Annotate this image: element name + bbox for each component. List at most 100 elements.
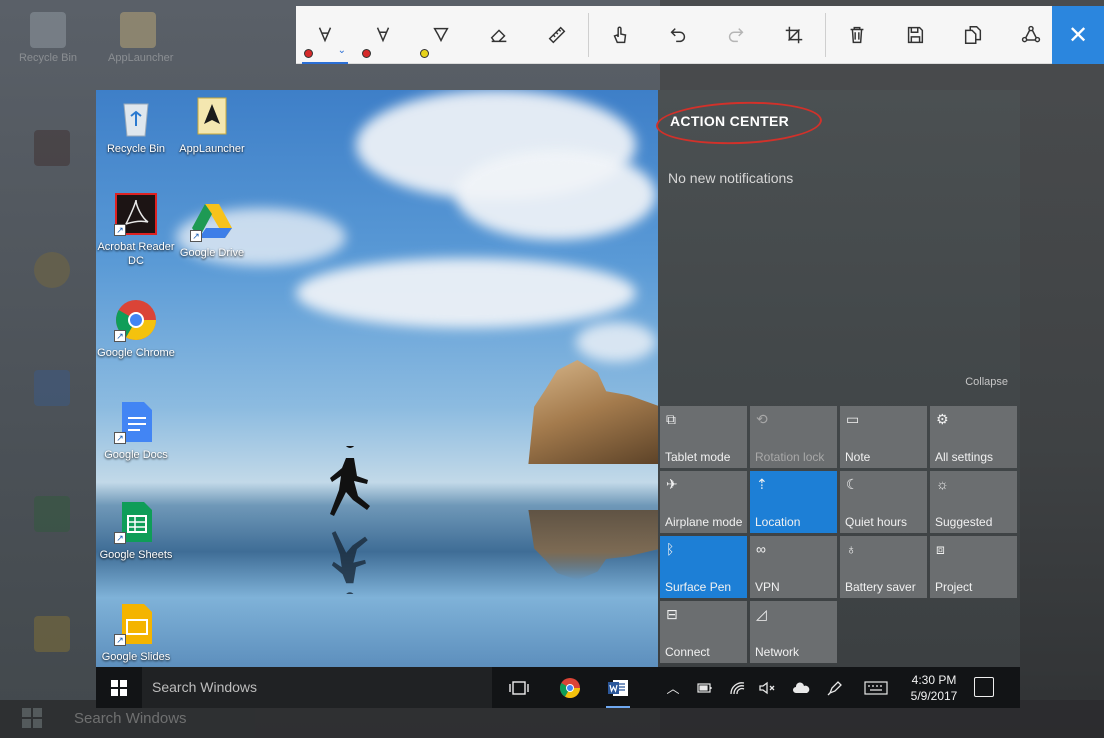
- battery-saver-icon: ♁: [846, 541, 857, 557]
- cloud-shape: [456, 150, 656, 240]
- pen-icon[interactable]: [820, 667, 850, 708]
- google-drive-icon: ↗: [190, 198, 234, 242]
- share-icon: [1021, 25, 1041, 42]
- task-view-button[interactable]: [499, 667, 539, 708]
- quick-action-quiet-hours[interactable]: ☾ Quiet hours: [840, 471, 927, 533]
- vpn-icon: ∞: [756, 541, 766, 557]
- taskbar-word[interactable]: [598, 667, 638, 708]
- outer-chrome-icon: [22, 252, 82, 312]
- quick-action-suggested[interactable]: ☼ Suggested: [930, 471, 1017, 533]
- chevron-down-icon: ⌄: [337, 44, 346, 56]
- touch-writing-button[interactable]: [591, 6, 649, 64]
- desktop-icon-recycle-bin[interactable]: Recycle Bin: [96, 94, 176, 156]
- ballpoint-pen-button[interactable]: ⌄: [296, 6, 354, 64]
- shortcut-arrow-icon: ↗: [114, 634, 126, 646]
- cloud-shape: [576, 322, 656, 362]
- quick-action-tablet-mode[interactable]: ⧉ Tablet mode: [660, 406, 747, 468]
- gear-icon: ⚙: [936, 411, 949, 427]
- keyboard-icon[interactable]: [858, 667, 894, 708]
- recycle-bin-icon: [114, 94, 158, 138]
- toolbar-divider: [588, 12, 589, 57]
- outer-acrobat-icon: [22, 130, 82, 190]
- windows-logo-icon: [111, 679, 127, 696]
- collapse-link[interactable]: Collapse: [965, 376, 1008, 388]
- close-button[interactable]: ✕: [1052, 6, 1104, 64]
- wifi-icon[interactable]: [722, 667, 752, 708]
- quick-action-location[interactable]: ⇡ Location: [750, 471, 837, 533]
- delete-button[interactable]: [828, 6, 886, 64]
- desktop-icon-google-drive[interactable]: ↗ Google Drive: [172, 198, 252, 260]
- taskbar-search-box[interactable]: Search Windows: [142, 667, 492, 708]
- task-view-icon: [509, 680, 529, 695]
- tablet-mode-icon: ⧉: [666, 411, 676, 427]
- sketch-toolbar: ⌄ ✕: [296, 6, 1104, 64]
- note-icon: ▭: [846, 411, 860, 427]
- quick-action-connect[interactable]: ⊟ Connect: [660, 601, 747, 663]
- quick-action-network[interactable]: ◿ Network: [750, 601, 837, 663]
- pencil-icon: [376, 26, 390, 42]
- volume-mute-icon[interactable]: [752, 667, 782, 708]
- redo-button[interactable]: [707, 6, 765, 64]
- taskbar-clock[interactable]: 4:30 PM 5/9/2017: [904, 672, 964, 704]
- save-button[interactable]: [886, 6, 944, 64]
- copy-icon: [964, 25, 982, 44]
- onedrive-icon[interactable]: [786, 667, 816, 708]
- location-icon: ⇡: [756, 476, 768, 492]
- quick-action-airplane-mode[interactable]: ✈ Airplane mode: [660, 471, 747, 533]
- desktop-icon-app-launcher[interactable]: AppLauncher: [172, 94, 252, 156]
- notification-center-icon[interactable]: [974, 677, 994, 697]
- runner-silhouette: [330, 446, 370, 516]
- quick-action-surface-pen[interactable]: ᛒ Surface Pen: [660, 536, 747, 598]
- quick-actions-grid: ⧉ Tablet mode ⟲ Rotation lock ▭ Note ⚙ A…: [660, 406, 1017, 663]
- battery-icon[interactable]: [690, 667, 720, 708]
- chevron-up-icon[interactable]: ︿: [658, 667, 688, 708]
- taskbar: Search Windows ︿ 4:30 PM 5/9/2017: [96, 667, 1020, 708]
- pencil-button[interactable]: [354, 6, 412, 64]
- eraser-button[interactable]: [470, 6, 528, 64]
- shortcut-arrow-icon: ↗: [114, 224, 126, 236]
- no-notifications-text: No new notifications: [668, 170, 794, 186]
- crop-icon: [785, 26, 803, 43]
- pencil-color-dot: [362, 48, 371, 58]
- crop-button[interactable]: [765, 6, 823, 64]
- desktop-icon-google-docs[interactable]: ↗ Google Docs: [96, 400, 176, 462]
- desktop-icon-google-sheets[interactable]: ↗ Google Sheets: [96, 500, 176, 562]
- clock-date: 5/9/2017: [910, 689, 958, 703]
- toolbar-divider: [825, 12, 826, 57]
- highlighter-color-dot: [420, 48, 429, 58]
- brightness-icon: ☼: [936, 476, 949, 492]
- bluetooth-icon: ᛒ: [666, 541, 675, 557]
- quick-action-vpn[interactable]: ∞ VPN: [750, 536, 837, 598]
- ruler-icon: [548, 26, 566, 43]
- ruler-button[interactable]: [528, 6, 586, 64]
- start-button[interactable]: [96, 667, 142, 708]
- copy-button[interactable]: [944, 6, 1002, 64]
- cloud-shape: [296, 258, 636, 328]
- outer-recycle-bin-icon: Recycle Bin: [18, 12, 78, 72]
- undo-button[interactable]: [649, 6, 707, 64]
- shortcut-arrow-icon: ↗: [114, 330, 126, 342]
- quick-action-battery-saver[interactable]: ♁ Battery saver: [840, 536, 927, 598]
- desktop-icon-acrobat[interactable]: ↗ Acrobat Reader DC: [96, 192, 176, 268]
- pen-color-dot: [304, 48, 313, 58]
- quick-action-note[interactable]: ▭ Note: [840, 406, 927, 468]
- outer-docs-icon: [22, 370, 82, 430]
- shortcut-arrow-icon: ↗: [114, 532, 126, 544]
- desktop-icon-google-slides[interactable]: ↗ Google Slides: [96, 602, 176, 664]
- quick-action-all-settings[interactable]: ⚙ All settings: [930, 406, 1017, 468]
- quick-action-project[interactable]: ⧈ Project: [930, 536, 1017, 598]
- runner-reflection: [331, 531, 368, 594]
- project-icon: ⧈: [936, 541, 945, 557]
- action-center-panel: ACTION CENTER No new notifications Colla…: [655, 90, 1020, 667]
- connect-icon: ⊟: [666, 606, 678, 622]
- desktop-icon-chrome[interactable]: ↗ Google Chrome: [96, 298, 176, 360]
- app-launcher-icon: [190, 94, 234, 138]
- quick-action-rotation-lock[interactable]: ⟲ Rotation lock: [750, 406, 837, 468]
- taskbar-chrome[interactable]: [550, 667, 590, 708]
- clock-time: 4:30 PM: [911, 673, 957, 687]
- rotation-lock-icon: ⟲: [756, 411, 768, 427]
- highlighter-button[interactable]: [412, 6, 470, 64]
- action-center-title: ACTION CENTER: [670, 113, 790, 129]
- airplane-icon: ✈: [666, 476, 678, 492]
- shortcut-arrow-icon: ↗: [114, 432, 126, 444]
